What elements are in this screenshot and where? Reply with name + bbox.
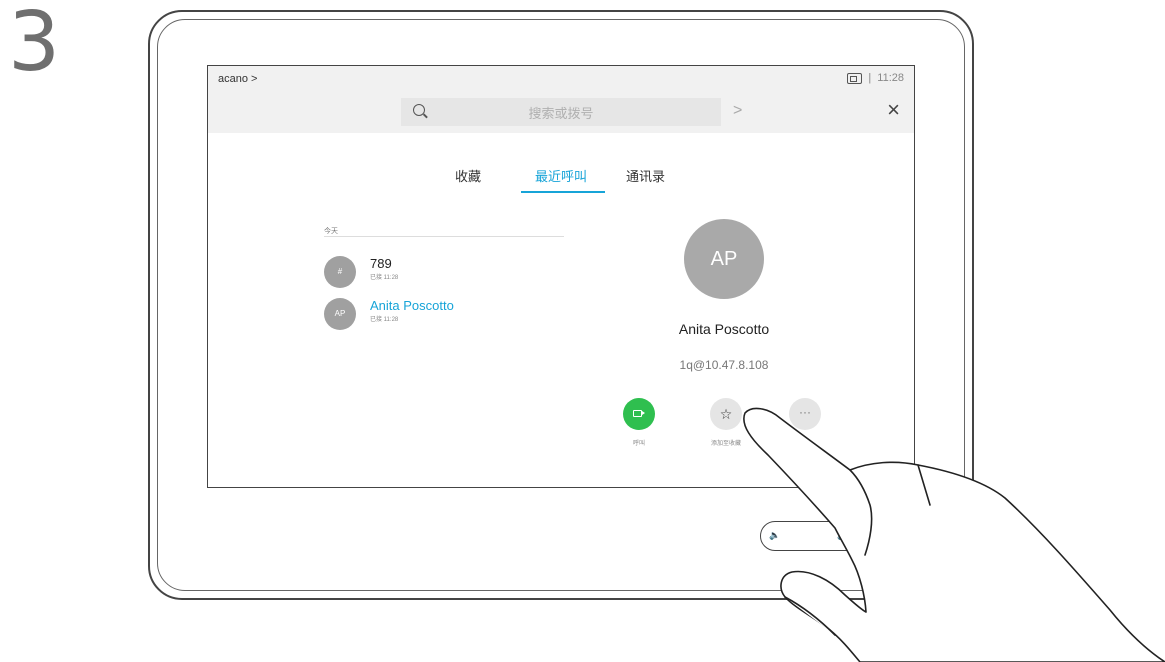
tabs: 收藏 最近呼叫 通讯录 xyxy=(208,166,914,196)
tab-favorites[interactable]: 收藏 xyxy=(455,166,481,185)
call-button-circle[interactable] xyxy=(623,398,655,430)
step-number: 3 xyxy=(8,0,60,90)
contact-avatar: AP xyxy=(684,219,764,299)
active-tab-indicator xyxy=(521,191,605,193)
volume-up-icon[interactable]: 🔊 xyxy=(837,530,848,541)
contact-address: 1q@10.47.8.108 xyxy=(679,358,769,372)
list-item-name: 789 xyxy=(370,256,392,271)
search-go-arrow-icon[interactable]: > xyxy=(733,102,742,120)
more-icon: ··· xyxy=(799,405,811,419)
list-item-name: Anita Poscotto xyxy=(370,298,454,313)
star-icon: ☆ xyxy=(719,406,733,422)
call-button[interactable]: 呼叫 xyxy=(599,398,679,447)
clock: 11:28 xyxy=(877,72,904,84)
list-item-subtitle: 已接 11:28 xyxy=(370,317,399,323)
avatar: # xyxy=(324,256,356,288)
add-favorite-label: 添加至收藏 xyxy=(710,441,741,447)
status-separator: | xyxy=(868,72,872,84)
volume-down-icon[interactable]: 🔈 xyxy=(769,530,780,541)
list-item[interactable]: # 789 已接 11:28 xyxy=(324,256,564,290)
add-favorite-circle[interactable]: ☆ xyxy=(710,398,742,430)
contact-name: Anita Poscotto xyxy=(678,321,770,337)
more-circle[interactable]: ··· xyxy=(789,398,821,430)
more-button[interactable]: ··· xyxy=(765,398,845,430)
close-icon[interactable]: × xyxy=(887,99,900,121)
list-section-label: 今天 xyxy=(324,228,338,235)
search-input[interactable]: 搜索或拨号 xyxy=(401,98,721,126)
tab-directory[interactable]: 通讯录 xyxy=(626,166,665,185)
touch-screen: acano > | 11:28 搜索或拨号 > × 收藏 最近呼叫 通讯录 今天… xyxy=(207,65,915,488)
self-view-icon[interactable] xyxy=(847,72,863,84)
list-item[interactable]: AP Anita Poscotto 已接 11:28 xyxy=(324,298,564,332)
tab-recents[interactable]: 最近呼叫 xyxy=(535,166,587,185)
search-placeholder: 搜索或拨号 xyxy=(528,105,594,121)
breadcrumb[interactable]: acano > xyxy=(218,73,257,85)
list-item-subtitle: 已接 11:28 xyxy=(370,275,399,281)
avatar: AP xyxy=(324,298,356,330)
top-bar: acano > | 11:28 搜索或拨号 > × xyxy=(208,66,914,133)
video-call-icon xyxy=(633,410,645,417)
add-favorite-button[interactable]: ☆ 添加至收藏 xyxy=(686,398,766,447)
call-label: 呼叫 xyxy=(632,441,645,447)
volume-control[interactable]: 🔈 🔊 xyxy=(760,521,895,551)
list-divider xyxy=(324,236,564,237)
status-area: | 11:28 xyxy=(847,72,904,84)
